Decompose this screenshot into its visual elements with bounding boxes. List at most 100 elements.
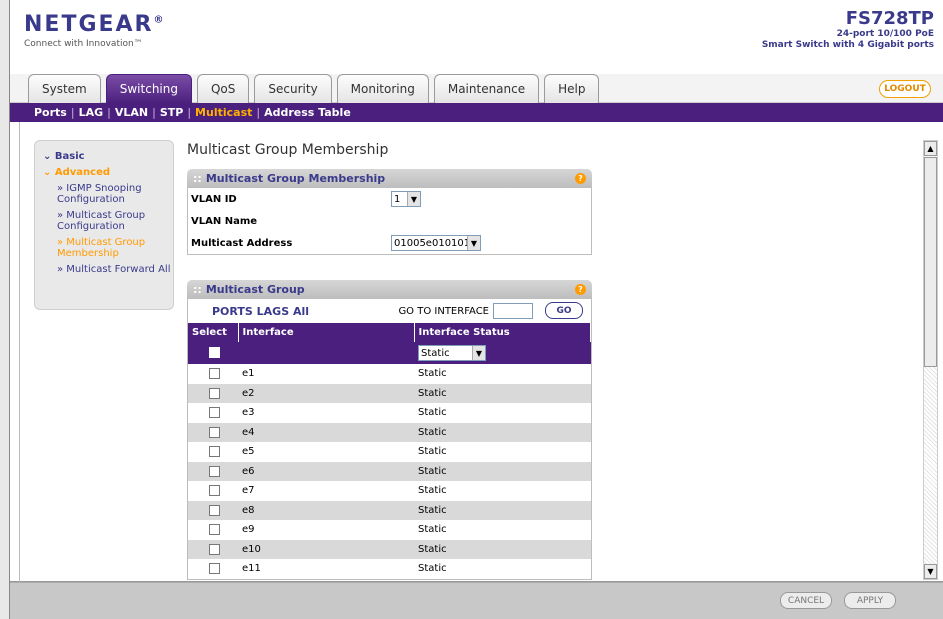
vertical-scrollbar[interactable]: ▲ ▼ bbox=[923, 140, 938, 580]
tab-help[interactable]: Help bbox=[544, 74, 600, 103]
left-navigation: ⌄ Basic ⌄ Advanced » IGMP Snooping Confi… bbox=[34, 140, 174, 310]
status-cell: Static bbox=[418, 524, 447, 536]
header: NETGEAR® Connect with Innovation™ FS728T… bbox=[10, 0, 943, 68]
row-checkbox[interactable] bbox=[209, 387, 220, 399]
tab-monitoring[interactable]: Monitoring bbox=[336, 74, 429, 103]
select-cell bbox=[188, 500, 238, 520]
row-checkbox[interactable] bbox=[209, 504, 220, 516]
tab-switching[interactable]: Switching bbox=[105, 74, 192, 103]
tagline: Connect with Innovation™ bbox=[24, 39, 143, 49]
row-checkbox[interactable] bbox=[209, 368, 220, 379]
table-row: e9 Static bbox=[188, 520, 591, 540]
table-row: e5 Static bbox=[188, 442, 591, 462]
panel-body: VLAN ID 1 ▼ VLAN Name Multicast Address … bbox=[187, 188, 592, 255]
subnav-separator: | bbox=[256, 106, 261, 119]
netgear-logo: NETGEAR® bbox=[24, 12, 166, 37]
footer-bar: CANCEL APPLY bbox=[10, 582, 943, 619]
leftnav-advanced[interactable]: ⌄ Advanced bbox=[35, 167, 173, 183]
grip-icon: :: bbox=[193, 172, 202, 185]
product-model: FS728TP bbox=[845, 8, 934, 29]
apply-button[interactable]: APPLY bbox=[844, 592, 896, 609]
product-info: FS728TP 24-port 10/100 PoE Smart Switch … bbox=[762, 8, 934, 51]
bulk-edit-row: Static ▼ bbox=[188, 342, 591, 364]
status-cell: Static bbox=[418, 563, 447, 575]
table-row: e2 Static bbox=[188, 383, 591, 403]
membership-panel: :: Multicast Group Membership ? VLAN ID … bbox=[187, 169, 592, 255]
subnav-lag[interactable]: LAG bbox=[79, 106, 104, 119]
leftnav-igmp-snooping[interactable]: » IGMP Snooping Configuration bbox=[35, 183, 173, 205]
select-all-checkbox[interactable] bbox=[209, 347, 220, 359]
subnav-address-table[interactable]: Address Table bbox=[264, 106, 351, 119]
go-button[interactable]: GO bbox=[545, 302, 583, 319]
row-checkbox[interactable] bbox=[209, 465, 220, 477]
tab-qos[interactable]: QoS bbox=[196, 74, 250, 103]
row-checkbox[interactable] bbox=[209, 446, 220, 457]
tab-security[interactable]: Security bbox=[254, 74, 332, 103]
panel-header: :: Multicast Group ? bbox=[187, 280, 592, 299]
leftnav-multicast-group-membership[interactable]: » Multicast Group Membership bbox=[35, 237, 173, 259]
bulk-status-value: Static bbox=[421, 347, 450, 359]
subnav-separator: | bbox=[152, 106, 156, 119]
vlan-id-select[interactable]: 1 ▼ bbox=[391, 191, 421, 207]
status-cell: Static bbox=[418, 407, 447, 419]
app-frame: NETGEAR® Connect with Innovation™ FS728T… bbox=[9, 0, 943, 619]
panel-header: :: Multicast Group Membership ? bbox=[187, 169, 592, 188]
cancel-button[interactable]: CANCEL bbox=[780, 592, 832, 609]
status-cell: Static bbox=[414, 422, 591, 442]
select-cell bbox=[188, 342, 238, 364]
vlan-id-value: 1 bbox=[394, 193, 401, 205]
bulk-status-select[interactable]: Static ▼ bbox=[418, 345, 486, 361]
row-checkbox[interactable] bbox=[209, 485, 220, 496]
subnav-stp[interactable]: STP bbox=[160, 106, 184, 119]
select-cell bbox=[188, 422, 238, 442]
scroll-down-icon[interactable]: ▼ bbox=[924, 564, 937, 579]
row-checkbox[interactable] bbox=[209, 563, 220, 574]
interface-cell: e5 bbox=[242, 446, 255, 458]
leftnav-multicast-group-config[interactable]: » Multicast Group Configuration bbox=[35, 210, 173, 232]
scroll-thumb[interactable] bbox=[924, 157, 937, 367]
content-area: ⌄ Basic ⌄ Advanced » IGMP Snooping Confi… bbox=[10, 122, 943, 582]
col-select: Select bbox=[188, 323, 239, 342]
help-icon[interactable]: ? bbox=[575, 284, 586, 295]
row-checkbox[interactable] bbox=[209, 524, 220, 535]
row-checkbox[interactable] bbox=[209, 543, 220, 555]
table-row: e3 Static bbox=[188, 403, 591, 423]
select-cell bbox=[188, 539, 238, 559]
multicast-address-select[interactable]: 01005e010101 ▼ bbox=[391, 235, 481, 251]
status-cell: Static bbox=[414, 539, 591, 559]
expand-chevron-icon: ⌄ bbox=[43, 167, 55, 178]
status-cell: Static bbox=[414, 461, 591, 481]
interface-type-links[interactable]: PORTS LAGS All bbox=[212, 305, 309, 318]
logout-button[interactable]: LOGOUT bbox=[879, 80, 931, 98]
group-toolbar: PORTS LAGS All GO TO INTERFACE GO bbox=[188, 299, 591, 323]
tab-system[interactable]: System bbox=[28, 74, 101, 103]
row-checkbox[interactable] bbox=[209, 426, 220, 438]
leftnav-multicast-forward-all[interactable]: » Multicast Forward All bbox=[35, 264, 173, 275]
multicast-group-panel: :: Multicast Group ? PORTS LAGS All GO T… bbox=[187, 280, 592, 580]
select-cell bbox=[188, 520, 238, 540]
leftnav-basic[interactable]: ⌄ Basic bbox=[35, 151, 173, 167]
goto-interface-input[interactable] bbox=[493, 303, 533, 319]
subnav-vlan[interactable]: VLAN bbox=[115, 106, 148, 119]
goto-interface: GO TO INTERFACE bbox=[398, 303, 533, 319]
grip-icon: :: bbox=[193, 283, 202, 296]
status-cell: Static bbox=[414, 500, 591, 520]
subnav-ports[interactable]: Ports bbox=[34, 106, 67, 119]
vlan-name-label: VLAN Name bbox=[191, 215, 258, 227]
table-row: e10 Static bbox=[188, 539, 591, 559]
scroll-up-icon[interactable]: ▲ bbox=[924, 141, 937, 156]
tab-maintenance[interactable]: Maintenance bbox=[433, 74, 540, 103]
row-checkbox[interactable] bbox=[209, 407, 220, 418]
product-desc-1: 24-port 10/100 PoE bbox=[836, 29, 934, 39]
subnav-separator: | bbox=[107, 106, 111, 119]
select-cell bbox=[188, 403, 238, 423]
table-row: e4 Static bbox=[188, 422, 591, 442]
expand-chevron-icon: ⌄ bbox=[43, 151, 55, 162]
status-cell: Static bbox=[418, 368, 447, 380]
sub-navigation: Ports | LAG | VLAN | STP | Multicast | Addres… bbox=[10, 103, 943, 122]
subnav-separator: | bbox=[187, 106, 192, 119]
table-row: e8 Static bbox=[188, 500, 591, 520]
status-cell: Static bbox=[418, 446, 447, 458]
subnav-multicast[interactable]: Multicast bbox=[195, 106, 252, 119]
help-icon[interactable]: ? bbox=[575, 173, 586, 184]
